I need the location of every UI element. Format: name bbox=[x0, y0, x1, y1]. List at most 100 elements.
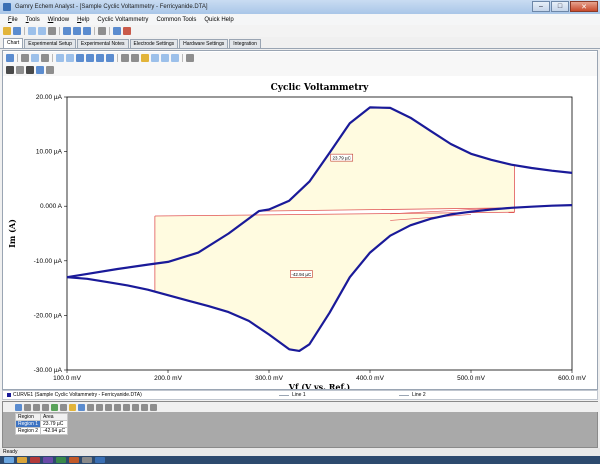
pointer-icon[interactable] bbox=[15, 403, 22, 411]
layout-1-icon[interactable] bbox=[76, 54, 84, 62]
legend-curve-entry[interactable]: CURVE1 (Sample Cyclic Voltammetry - Ferr… bbox=[7, 392, 142, 398]
maximize-button[interactable]: □ bbox=[551, 1, 569, 12]
crosshair-icon[interactable] bbox=[16, 66, 24, 74]
fill-icon[interactable] bbox=[69, 403, 76, 411]
series-icon[interactable] bbox=[31, 54, 39, 62]
legend-line1-entry[interactable]: Line 1 bbox=[279, 392, 306, 398]
minimize-button[interactable]: – bbox=[532, 1, 550, 12]
open-icon[interactable] bbox=[3, 27, 11, 35]
toolbar-separator bbox=[24, 27, 25, 35]
menu-window-label: indow bbox=[53, 16, 70, 23]
layout-2-icon[interactable] bbox=[86, 54, 94, 62]
x-tick-label: 500.0 mV bbox=[457, 375, 485, 382]
y-tick-label: -10.00 µA bbox=[34, 258, 63, 265]
legend-icon[interactable] bbox=[66, 54, 74, 62]
cursor-icon[interactable] bbox=[6, 66, 14, 74]
line2-swatch-icon bbox=[399, 394, 409, 396]
tile-vertical-icon[interactable] bbox=[73, 27, 81, 35]
arrow-icon[interactable] bbox=[26, 66, 34, 74]
cv-chart: Cyclic Voltammetry 23.79 µC -42.94 µC 100.0… bbox=[7, 83, 587, 389]
taskbar-app-7-icon[interactable] bbox=[95, 457, 105, 463]
taskbar-app-5-icon[interactable] bbox=[69, 457, 79, 463]
tab-strip: Chart Experimental Setup Experimental No… bbox=[0, 38, 600, 49]
window-controls: – □ ✕ bbox=[532, 1, 598, 12]
scale-icon[interactable] bbox=[41, 54, 49, 62]
menu-bar: File Tools Window Help Cyclic Voltammetr… bbox=[0, 14, 600, 25]
marker-3-icon[interactable] bbox=[114, 403, 121, 411]
x-tick-label: 300.0 mV bbox=[255, 375, 283, 382]
integrate-icon[interactable] bbox=[78, 403, 85, 411]
chart-icon[interactable] bbox=[28, 27, 36, 35]
close-button[interactable]: ✕ bbox=[570, 1, 598, 12]
start-icon[interactable] bbox=[4, 457, 14, 463]
layout-3-icon[interactable] bbox=[96, 54, 104, 62]
tab-integration[interactable]: Integration bbox=[229, 39, 261, 48]
tab-hardware-settings[interactable]: Hardware Settings bbox=[179, 39, 229, 48]
tab-experimental-setup[interactable]: Experimental Setup bbox=[24, 39, 76, 48]
copy-icon[interactable] bbox=[6, 54, 14, 62]
grid-icon[interactable] bbox=[56, 54, 64, 62]
axis-icon[interactable] bbox=[21, 54, 29, 62]
line-icon[interactable] bbox=[42, 403, 49, 411]
menu-tools[interactable]: Tools bbox=[26, 17, 40, 23]
taskbar-app-1-icon[interactable] bbox=[17, 457, 27, 463]
zoom-in-icon[interactable] bbox=[151, 54, 159, 62]
marker-2-icon[interactable] bbox=[105, 403, 112, 411]
tab-chart[interactable]: Chart bbox=[3, 38, 24, 48]
table-row[interactable]: Region 2 -42.94 µC bbox=[14, 427, 69, 435]
cascade-icon[interactable] bbox=[83, 27, 91, 35]
region-cell[interactable]: Region 1 bbox=[14, 420, 42, 428]
menu-file[interactable]: File bbox=[8, 17, 18, 23]
legend-line2-entry[interactable]: Line 2 bbox=[399, 392, 426, 398]
taskbar-app-2-icon[interactable] bbox=[30, 457, 40, 463]
zoom-out-icon[interactable] bbox=[161, 54, 169, 62]
menu-common-tools[interactable]: Common Tools bbox=[156, 17, 196, 23]
legend-curve-label: CURVE1 (Sample Cyclic Voltammetry - Ferr… bbox=[13, 392, 142, 398]
legend-line1-label: Line 1 bbox=[292, 392, 306, 398]
print-chart-icon[interactable] bbox=[121, 54, 129, 62]
toolbar-separator bbox=[17, 54, 18, 62]
region-icon[interactable] bbox=[46, 66, 54, 74]
region-column-header: Region bbox=[14, 413, 42, 421]
zoom-reset-icon[interactable] bbox=[171, 54, 179, 62]
marker-6-icon[interactable] bbox=[141, 403, 148, 411]
rectangle-icon[interactable] bbox=[24, 403, 31, 411]
marker-7-icon[interactable] bbox=[150, 403, 157, 411]
marker-4-icon[interactable] bbox=[123, 403, 130, 411]
menu-quick-help[interactable]: Quick Help bbox=[204, 17, 233, 23]
table-header-row: Region Area bbox=[14, 413, 69, 421]
layout-4-icon[interactable] bbox=[106, 54, 114, 62]
report-icon[interactable] bbox=[38, 27, 46, 35]
region-cell[interactable]: Region 2 bbox=[14, 427, 42, 435]
print-icon[interactable] bbox=[48, 27, 56, 35]
save-icon[interactable] bbox=[13, 27, 21, 35]
tab-electrode-settings[interactable]: Electrode Settings bbox=[129, 39, 179, 48]
pencil-icon[interactable] bbox=[186, 54, 194, 62]
menu-help-label: elp bbox=[81, 16, 90, 23]
menu-cyclic-voltammetry[interactable]: Cyclic Voltammetry bbox=[97, 17, 148, 23]
mark-icon[interactable] bbox=[141, 54, 149, 62]
undo-icon[interactable] bbox=[98, 27, 106, 35]
table-row[interactable]: Region 1 23.79 µC bbox=[14, 420, 69, 428]
marker-1-icon[interactable] bbox=[96, 403, 103, 411]
move-icon[interactable] bbox=[131, 54, 139, 62]
select-icon[interactable] bbox=[36, 66, 44, 74]
taskbar-app-6-icon[interactable] bbox=[82, 457, 92, 463]
export-icon[interactable] bbox=[87, 403, 94, 411]
y-tick-label: -20.00 µA bbox=[34, 312, 63, 319]
area-cell: -42.94 µC bbox=[40, 427, 69, 435]
marker-5-icon[interactable] bbox=[132, 403, 139, 411]
menu-window[interactable]: Window bbox=[48, 17, 69, 23]
ellipse-icon[interactable] bbox=[33, 403, 40, 411]
help-icon[interactable] bbox=[113, 27, 121, 35]
app-icon bbox=[3, 3, 11, 11]
taskbar-app-4-icon[interactable] bbox=[56, 457, 66, 463]
region-add-icon[interactable] bbox=[51, 403, 58, 411]
toolbar-separator bbox=[52, 54, 53, 62]
stop-icon[interactable] bbox=[123, 27, 131, 35]
menu-help[interactable]: Help bbox=[77, 17, 89, 23]
tile-horizontal-icon[interactable] bbox=[63, 27, 71, 35]
taskbar-app-3-icon[interactable] bbox=[43, 457, 53, 463]
tab-experimental-notes[interactable]: Experimental Notes bbox=[76, 39, 129, 48]
region-remove-icon[interactable] bbox=[60, 403, 67, 411]
